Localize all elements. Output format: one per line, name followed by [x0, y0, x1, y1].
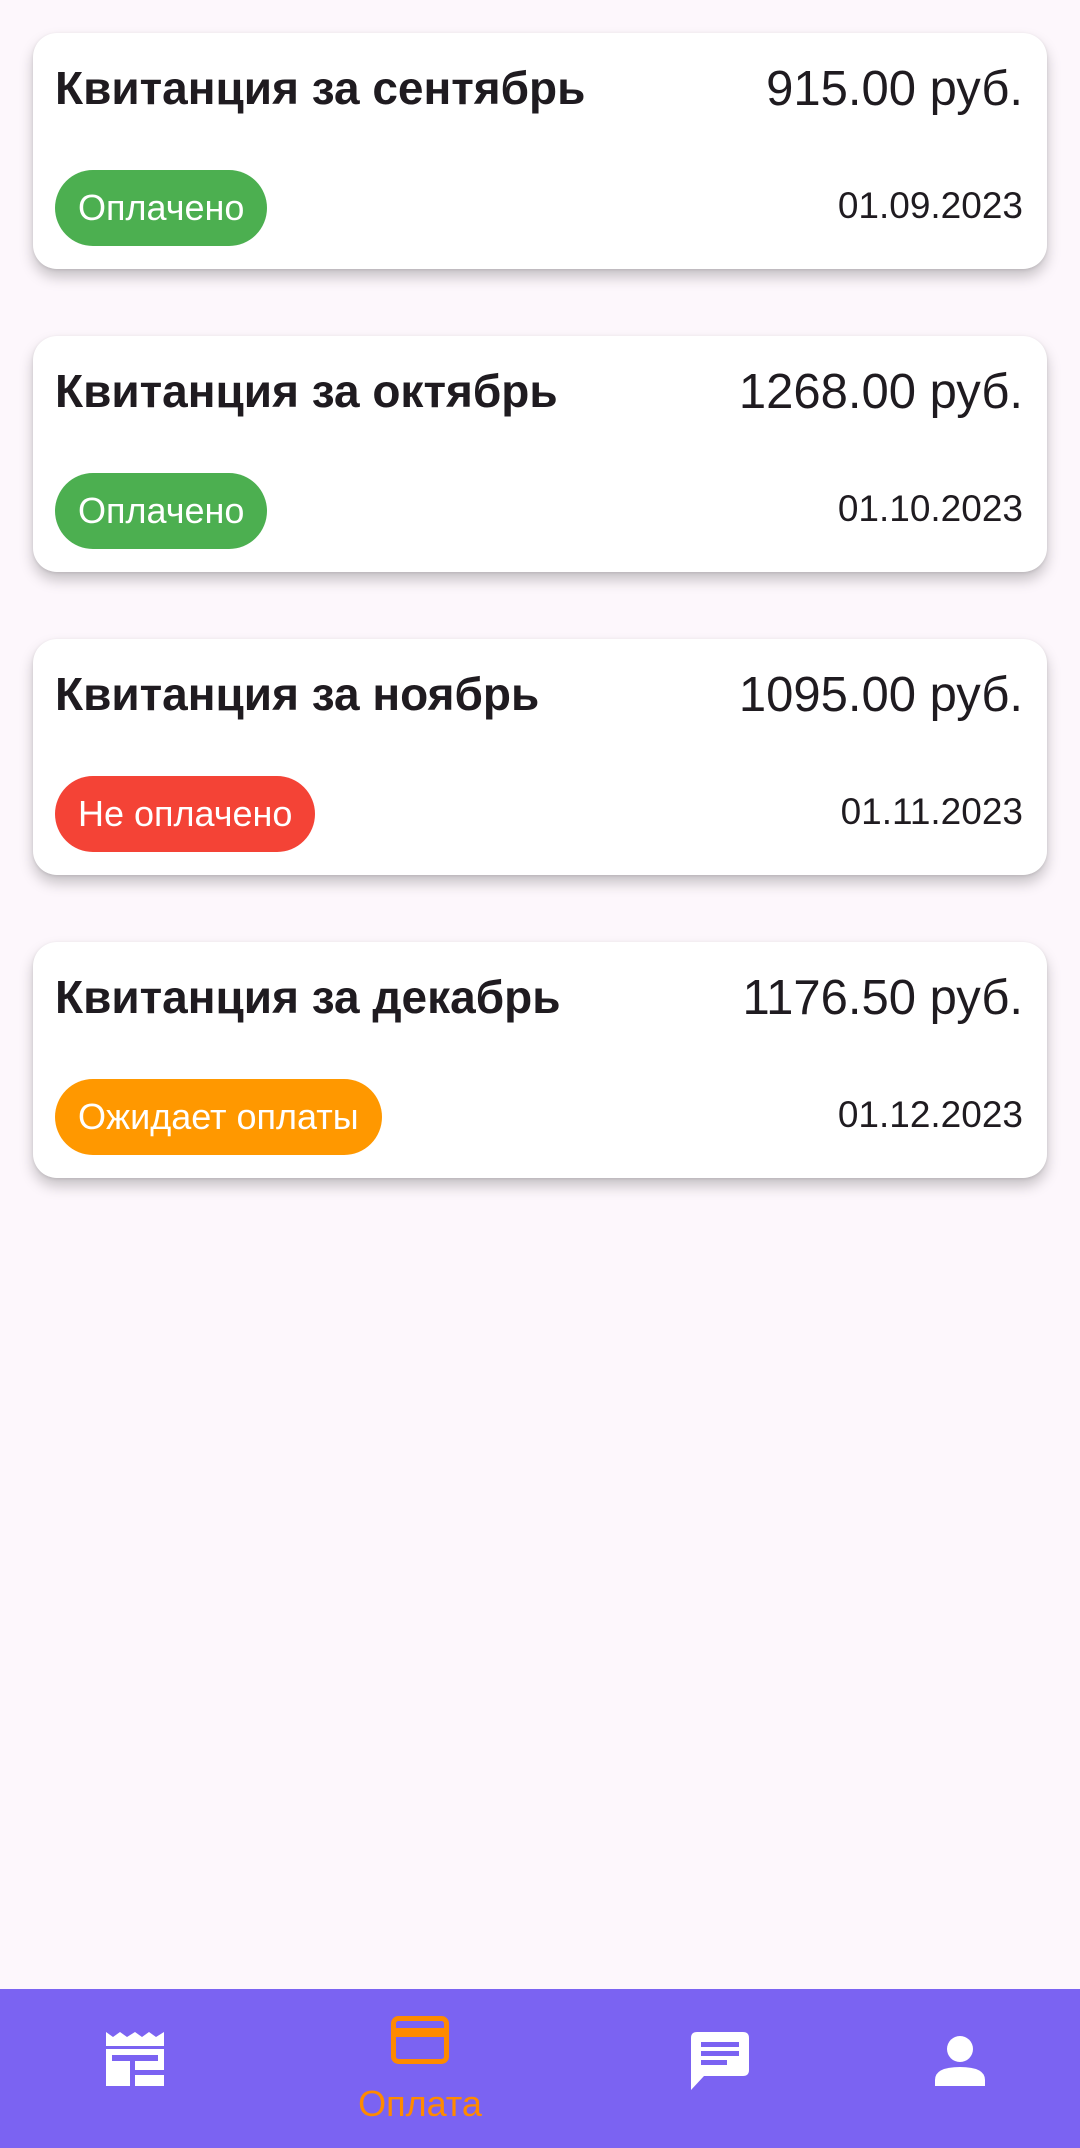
invoice-date: 01.09.2023	[837, 185, 1023, 226]
invoice-card-december[interactable]: Квитанция за декабрь 1176.50 руб. Ожидае…	[33, 942, 1047, 1178]
bottom-navigation: Оплата	[0, 1989, 1080, 2148]
invoice-list: Квитанция за сентябрь 915.00 руб. Оплаче…	[33, 33, 1047, 1245]
status-badge: Оплачено	[55, 473, 268, 549]
invoice-title: Квитанция за октябрь	[55, 365, 558, 417]
invoice-card-september[interactable]: Квитанция за сентябрь 915.00 руб. Оплаче…	[33, 33, 1047, 269]
invoice-title: Квитанция за сентябрь	[55, 62, 586, 114]
invoice-date: 01.10.2023	[837, 488, 1023, 529]
nav-item-receipts[interactable]	[0, 1989, 270, 2148]
invoice-amount: 915.00 руб.	[766, 62, 1023, 116]
invoice-amount: 1095.00 руб.	[738, 668, 1023, 722]
nav-item-profile[interactable]	[825, 1989, 1080, 2148]
nav-label-payment: Оплата	[358, 2083, 482, 2124]
invoice-amount: 1268.00 руб.	[738, 365, 1023, 419]
credit-card-icon	[391, 2016, 449, 2064]
invoice-date: 01.11.2023	[840, 791, 1023, 832]
invoice-title: Квитанция за ноябрь	[55, 668, 540, 720]
invoice-card-november[interactable]: Квитанция за ноябрь 1095.00 руб. Не опла…	[33, 639, 1047, 875]
person-icon	[935, 2036, 985, 2086]
invoice-card-october[interactable]: Квитанция за октябрь 1268.00 руб. Оплаче…	[33, 336, 1047, 572]
status-badge: Не оплачено	[55, 776, 316, 852]
nav-item-payment[interactable]: Оплата	[285, 1989, 555, 2148]
status-badge: Оплачено	[55, 170, 268, 246]
invoice-amount: 1176.50 руб.	[742, 971, 1023, 1025]
receipt-icon	[106, 2032, 164, 2086]
nav-item-messages[interactable]	[585, 1989, 855, 2148]
invoice-title: Квитанция за декабрь	[55, 971, 561, 1023]
status-badge: Ожидает оплаты	[55, 1079, 382, 1155]
invoice-date: 01.12.2023	[837, 1094, 1023, 1135]
chat-icon	[691, 2032, 749, 2090]
